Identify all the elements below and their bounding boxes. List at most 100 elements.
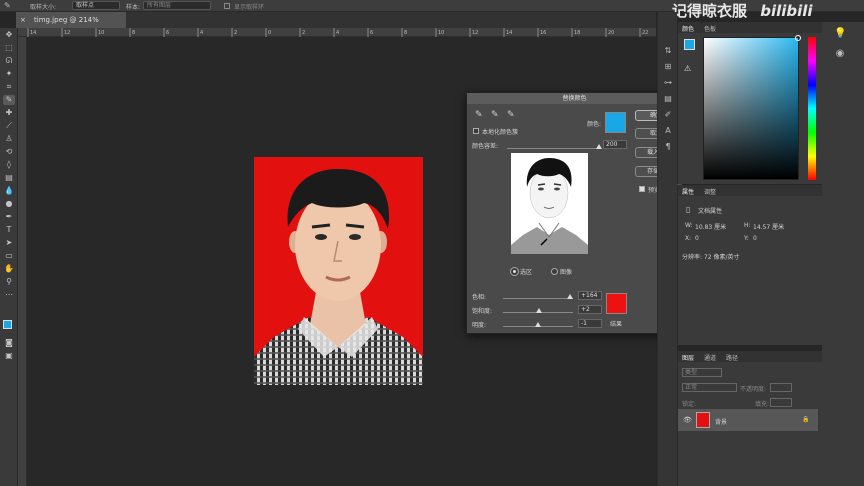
more-tools-icon[interactable]: ⋯ [3, 290, 15, 300]
hand-tool-icon[interactable]: ✋ [3, 264, 15, 274]
healing-brush-icon[interactable]: ✚ [3, 108, 15, 118]
result-color-swatch[interactable] [606, 293, 627, 314]
eraser-tool-icon[interactable]: ◊ [3, 160, 15, 170]
color-panel-tabs: 颜色 色板 [678, 22, 822, 33]
saturation-slider-thumb[interactable] [535, 308, 542, 313]
swatch-panel-icon[interactable]: A [662, 126, 674, 136]
magic-wand-icon[interactable]: ✦ [3, 69, 15, 79]
sample-color-swatch[interactable] [605, 112, 626, 133]
tab-swatches[interactable]: 色板 [704, 24, 716, 33]
ruler-tick-label: 2 [234, 30, 237, 36]
brush-panel-icon[interactable]: ✐ [662, 110, 674, 120]
sample-size-label: 取样大小: [30, 4, 57, 11]
ruler-tick-label: 4 [336, 30, 339, 36]
show-ring-label: 显示取样环 [234, 4, 265, 11]
image-radio[interactable] [551, 268, 558, 275]
path-selection-icon[interactable]: ➤ [3, 238, 15, 248]
eyedropper-icon[interactable]: ✎ [475, 110, 483, 120]
hue-input[interactable]: +164 [578, 291, 602, 300]
saturation-value-field[interactable] [703, 35, 801, 180]
lightness-slider-thumb[interactable] [534, 322, 541, 327]
panel-foreground-swatch[interactable] [684, 39, 695, 50]
color-picker-cursor[interactable] [795, 35, 801, 41]
layer-kind-filter[interactable]: 类型 [682, 368, 722, 377]
clone-stamp-icon[interactable]: ♙ [3, 134, 15, 144]
tab-layers[interactable]: 图层 [682, 353, 694, 362]
hue-label: 色相: [472, 294, 487, 301]
adjustments-icon[interactable]: ◉ [834, 48, 846, 59]
ruler-ticks: 14 12 10 8 6 4 2 0 2 4 6 8 10 12 14 16 18 20 22 [27, 28, 648, 37]
ruler-tick-label: 6 [166, 30, 169, 36]
ruler-tick-label: 20 [608, 30, 614, 36]
eyedropper-tool-icon[interactable]: ✎ [3, 95, 15, 105]
hue-slider-track[interactable] [503, 298, 573, 299]
selection-preview[interactable] [511, 153, 588, 254]
subtract-eyedropper-icon[interactable]: ✎ [507, 110, 515, 120]
layer-name[interactable]: 背景 [715, 417, 727, 426]
ruler-tick-label: 0 [268, 30, 271, 36]
learn-icon[interactable]: 💡 [834, 28, 846, 39]
y-value[interactable]: 0 [753, 235, 757, 242]
hue-slider-thumb[interactable] [566, 294, 573, 299]
move-tool-icon[interactable]: ✥ [3, 30, 15, 40]
localized-clusters-checkbox[interactable] [473, 128, 479, 134]
fill-label: 填充: [755, 401, 770, 408]
shape-tool-icon[interactable]: ▭ [3, 251, 15, 261]
brush-tool-icon[interactable]: ⟋ [3, 121, 15, 131]
zoom-tool-icon[interactable]: ⚲ [3, 277, 15, 287]
sample-select[interactable]: 所有图层 [143, 1, 211, 10]
history-brush-icon[interactable]: ⟲ [3, 147, 15, 157]
sample-size-select[interactable]: 取样点 [72, 1, 120, 10]
portrait-photo[interactable] [254, 157, 423, 385]
adjust-panel-icon[interactable]: ⊶ [662, 78, 674, 88]
visibility-eye-icon[interactable]: 👁 [683, 416, 692, 424]
type-tool-icon[interactable]: T [3, 225, 15, 235]
selection-radio[interactable] [510, 267, 519, 276]
history-panel-icon[interactable]: ⇅ [662, 46, 674, 56]
bilibili-logo: bilibili [760, 2, 813, 20]
paragraph-panel-icon[interactable]: ¶ [662, 142, 674, 152]
x-value[interactable]: 0 [695, 235, 699, 242]
fuzziness-slider-track[interactable] [507, 148, 599, 149]
tab-color[interactable]: 颜色 [682, 24, 694, 33]
quick-mask-icon[interactable]: ◙ [3, 338, 15, 348]
screen-mode-icon[interactable]: ▣ [3, 351, 15, 361]
saturation-input[interactable]: +2 [578, 305, 602, 314]
ruler-tick-label: 6 [370, 30, 373, 36]
close-tab-icon[interactable]: × [20, 12, 26, 28]
info-panel-icon[interactable]: ▤ [662, 94, 674, 104]
lasso-tool-icon[interactable]: ᘏ [3, 56, 15, 66]
fill-input[interactable] [770, 398, 792, 407]
crop-tool-icon[interactable]: ⌗ [3, 82, 15, 92]
foreground-color-swatch[interactable] [3, 320, 12, 329]
tab-adjustments[interactable]: 调整 [704, 187, 716, 196]
add-eyedropper-icon[interactable]: ✎ [491, 110, 499, 120]
tab-channels[interactable]: 通道 [704, 353, 716, 362]
tab-properties[interactable]: 属性 [682, 187, 694, 196]
libraries-panel-icon[interactable]: ⊞ [662, 62, 674, 72]
ruler-tick-label: 10 [438, 30, 444, 36]
marquee-tool-icon[interactable]: ⬚ [3, 43, 15, 53]
tab-paths[interactable]: 路径 [726, 353, 738, 362]
layer-row[interactable]: 👁 背景 🔒 [678, 409, 818, 431]
eyedropper-icon[interactable]: ✎ [4, 1, 11, 10]
ruler-tick-label: 14 [506, 30, 512, 36]
preview-checkbox[interactable] [639, 186, 645, 192]
height-value[interactable]: 14.57 厘米 [753, 222, 784, 231]
hue-strip[interactable] [808, 37, 816, 180]
blend-mode-select[interactable]: 正常 [682, 383, 737, 392]
blur-tool-icon[interactable]: 💧 [3, 186, 15, 196]
dodge-tool-icon[interactable]: ● [3, 199, 15, 209]
show-ring-checkbox[interactable] [224, 3, 230, 9]
document-tab[interactable]: timg.jpeg @ 214%(RGB/8#) * × [16, 12, 126, 40]
fuzziness-input[interactable]: 200 [603, 140, 627, 149]
width-value[interactable]: 10.83 厘米 [695, 222, 726, 231]
fuzziness-slider-thumb[interactable] [596, 144, 602, 149]
gradient-tool-icon[interactable]: ▤ [3, 173, 15, 183]
lightness-input[interactable]: -1 [578, 319, 602, 328]
opacity-input[interactable] [770, 383, 792, 392]
lock-label: 锁定: [682, 401, 697, 408]
ruler-tick-label: 10 [98, 30, 104, 36]
ruler-tick-label: 12 [64, 30, 70, 36]
pen-tool-icon[interactable]: ✒ [3, 212, 15, 222]
